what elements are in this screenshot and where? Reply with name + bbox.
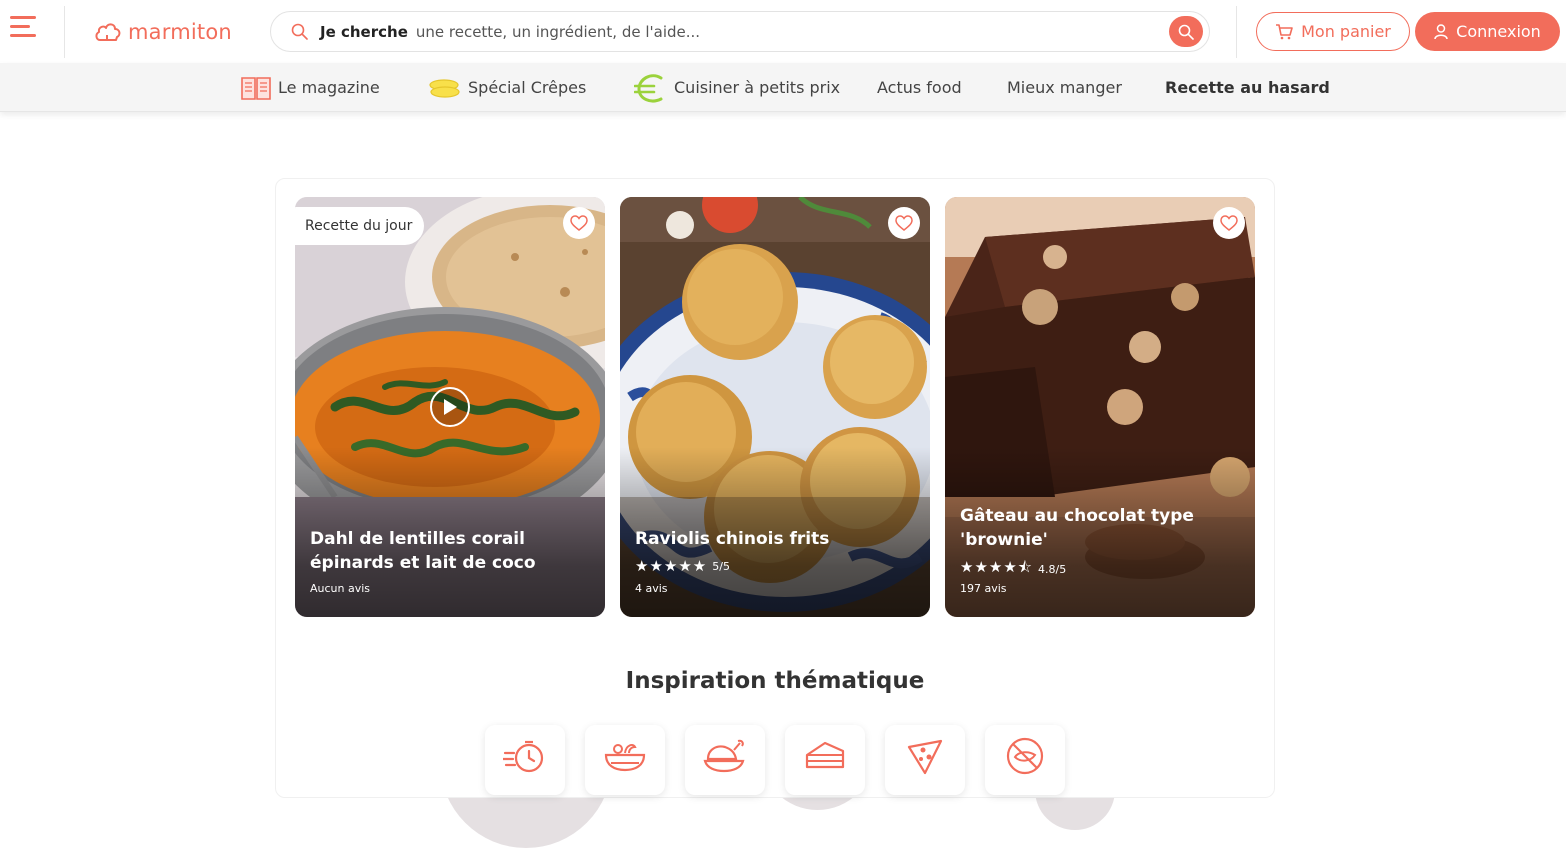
recipe-card[interactable]: Recette du jour Dahl de lentilles corail… <box>295 197 605 617</box>
recipe-rating-value: 5/5 <box>712 559 730 573</box>
recipe-title: Raviolis chinois frits <box>635 529 830 549</box>
heart-icon <box>895 215 913 231</box>
inspiration-title: Inspiration thématique <box>625 668 925 694</box>
euro-icon <box>634 73 663 102</box>
book-icon <box>241 76 271 100</box>
cake-slice-icon <box>805 741 845 769</box>
chef-hat-icon <box>95 23 121 41</box>
cart-icon <box>1276 23 1293 39</box>
search-button[interactable] <box>1169 16 1203 47</box>
theme-card-quick[interactable] <box>485 725 565 795</box>
nav-item-mieux-manger[interactable]: Mieux manger <box>1007 63 1122 112</box>
recipe-title: Gâteau au chocolat type 'brownie' <box>960 506 1194 550</box>
theme-card-aperitif[interactable] <box>885 725 965 795</box>
favorite-button[interactable] <box>1213 207 1245 239</box>
nav-item-label: Cuisiner à petits prix <box>674 78 841 97</box>
cart-button[interactable]: Mon panier <box>1256 12 1410 51</box>
site-logo[interactable]: marmiton <box>94 16 232 48</box>
nav-item-label: Recette au hasard <box>1165 78 1330 97</box>
nav-item-label: Actus food <box>877 78 962 97</box>
search-prefix: Je cherche <box>320 22 408 41</box>
theme-card-salad[interactable] <box>585 725 665 795</box>
nav-item-label: Spécial Crêpes <box>468 78 587 97</box>
heart-icon <box>570 215 588 231</box>
site-header: marmiton Je cherche une recette, un ingr… <box>0 0 1566 63</box>
favorite-button[interactable] <box>563 207 595 239</box>
nav-item-label: Mieux manger <box>1007 78 1122 97</box>
logo-text: marmiton <box>128 20 232 44</box>
recipe-rating-value: 4.8/5 <box>1038 563 1067 576</box>
play-icon <box>444 399 457 415</box>
recipe-reviews: Aucun avis <box>310 582 371 595</box>
theme-card-allergen-free[interactable] <box>985 725 1065 795</box>
star-rating-icon: ★★★★⯪ <box>960 558 1033 576</box>
nav-item-recette-hasard[interactable]: Recette au hasard <box>1165 63 1330 112</box>
theme-card-dessert[interactable] <box>785 725 865 795</box>
recipe-card[interactable]: Gâteau au chocolat type 'brownie' ★★★★⯪ … <box>945 197 1255 617</box>
recipe-reviews: 197 avis <box>960 582 1007 595</box>
nav-item-magazine[interactable]: Le magazine <box>240 63 380 112</box>
pizza-slice-icon <box>907 739 943 775</box>
main-nav: Le magazine Spécial Crêpes Cuisiner à pe… <box>0 63 1566 112</box>
no-allergen-icon <box>1006 737 1044 775</box>
nav-item-petits-prix[interactable]: Cuisiner à petits prix <box>634 63 840 112</box>
roast-chicken-icon <box>703 739 745 773</box>
user-icon <box>1434 23 1448 39</box>
cart-label: Mon panier <box>1301 22 1391 41</box>
login-button[interactable]: Connexion <box>1415 12 1560 51</box>
search-icon <box>1178 24 1194 40</box>
nav-item-actus-food[interactable]: Actus food <box>877 63 962 112</box>
theme-card-meat[interactable] <box>685 725 765 795</box>
recipe-rating: ★★★★★ 5/5 <box>635 557 730 575</box>
login-label: Connexion <box>1456 22 1541 41</box>
salad-bowl-icon <box>604 744 646 772</box>
favorite-button[interactable] <box>888 207 920 239</box>
header-divider <box>1236 6 1237 58</box>
heart-icon <box>1220 215 1238 231</box>
star-rating-icon: ★★★★★ <box>635 557 708 575</box>
search-bar[interactable]: Je cherche une recette, un ingrédient, d… <box>270 11 1210 52</box>
menu-icon[interactable] <box>10 14 38 40</box>
recipe-rating: ★★★★⯪ 4.8/5 <box>960 557 1066 582</box>
recipe-of-the-day-badge: Recette du jour <box>295 207 425 245</box>
search-icon <box>291 23 308 40</box>
recipe-card[interactable]: Raviolis chinois frits ★★★★★ 5/5 4 avis <box>620 197 930 617</box>
search-input[interactable]: une recette, un ingrédient, de l'aide... <box>416 23 700 41</box>
header-divider <box>64 6 65 58</box>
quick-timer-icon <box>503 740 544 773</box>
play-video-button[interactable] <box>430 387 470 427</box>
recipe-reviews: 4 avis <box>635 582 668 595</box>
crepes-icon <box>429 78 460 98</box>
nav-item-crepes[interactable]: Spécial Crêpes <box>428 63 586 112</box>
recipe-title: Dahl de lentilles corail épinards et lai… <box>310 529 536 573</box>
nav-item-label: Le magazine <box>278 78 380 97</box>
